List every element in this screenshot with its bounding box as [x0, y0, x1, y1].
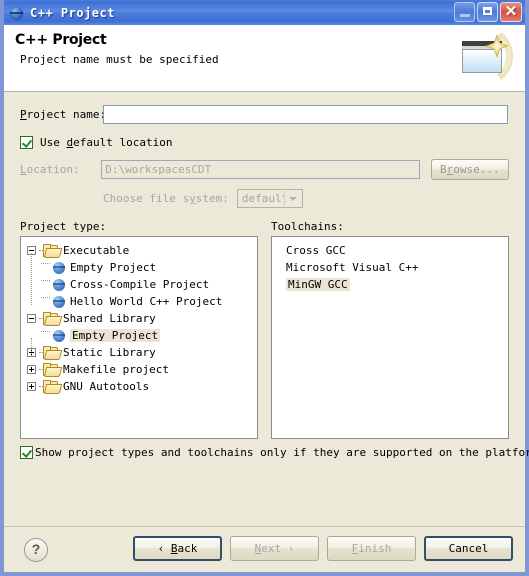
tree-connector — [41, 330, 50, 341]
tree-node-label: Empty Project — [70, 261, 157, 274]
wizard-header: C++ Project Project name must be specifi… — [4, 25, 525, 92]
use-default-location-row[interactable]: Use default location — [20, 136, 509, 149]
page-title: C++ Project — [15, 32, 107, 48]
folder-icon — [43, 244, 63, 258]
project-template-icon — [53, 278, 65, 291]
tree-expand-toggle-icon[interactable] — [27, 365, 36, 374]
tree-node-label: Cross-Compile Project — [70, 278, 210, 291]
folder-icon — [43, 363, 63, 377]
folder-icon — [43, 346, 63, 360]
selection-panels: Project type: Executable Empty Project Cro… — [20, 220, 509, 439]
use-default-location-checkbox[interactable] — [20, 136, 33, 149]
tree-leaf-node[interactable]: Empty Project — [27, 259, 257, 276]
minimize-button[interactable] — [454, 2, 475, 22]
browse-button[interactable]: Browse... — [430, 159, 510, 180]
show-supported-row[interactable]: Show project types and toolchains only i… — [20, 446, 529, 459]
tree-folder-node[interactable]: Static Library — [27, 344, 257, 361]
tree-node-label: Empty Project — [70, 329, 161, 342]
window-title: C++ Project — [30, 5, 115, 20]
toolchain-item-label: Microsoft Visual C++ — [286, 261, 419, 274]
tree-leaf-node[interactable]: Hello World C++ Project — [27, 293, 257, 310]
tree-guide-line — [31, 253, 32, 305]
finish-button: Finish — [327, 536, 416, 561]
show-supported-checkbox[interactable] — [20, 446, 33, 459]
next-button: Next › — [230, 536, 319, 561]
tree-node-label: Executable — [63, 244, 130, 257]
folder-icon — [43, 312, 63, 326]
tree-guide-line — [31, 338, 32, 356]
globe-icon — [9, 5, 25, 21]
toolchain-item[interactable]: Microsoft Visual C++ — [272, 259, 508, 276]
maximize-button[interactable] — [477, 2, 498, 22]
tree-leaf-node-selected[interactable]: Empty Project — [27, 327, 257, 344]
project-type-label: Project type: — [20, 220, 107, 233]
wizard-footer: ? ‹ Back Next › Finish Cancel — [4, 526, 525, 572]
file-system-select[interactable]: default — [236, 189, 303, 208]
tree-node-label: GNU Autotools — [63, 380, 150, 393]
tree-folder-node[interactable]: Makefile project — [27, 361, 257, 378]
folder-icon — [43, 380, 63, 394]
toolchains-list[interactable]: Cross GCC Microsoft Visual C++ MinGW GCC — [271, 236, 509, 439]
project-template-icon — [53, 295, 65, 308]
project-type-panel: Project type: Executable Empty Project Cro… — [20, 220, 258, 439]
toolchain-item-label: MinGW GCC — [286, 278, 350, 291]
chevron-down-icon[interactable] — [283, 191, 301, 206]
tree-connector — [41, 262, 50, 273]
file-system-row: Choose file system: default — [103, 189, 509, 208]
show-supported-label: Show project types and toolchains only i… — [35, 446, 529, 459]
project-name-label: Project name: — [20, 108, 107, 121]
location-input[interactable] — [101, 160, 420, 179]
tree-folder-node[interactable]: Shared Library — [27, 310, 257, 327]
close-button[interactable]: ✕ — [500, 2, 522, 22]
project-template-icon — [53, 329, 65, 342]
tree-expand-toggle-icon[interactable] — [27, 382, 36, 391]
tree-node-label: Shared Library — [63, 312, 156, 325]
cpp-project-wizard-dialog: C++ Project ✕ C++ Project Project name m… — [0, 0, 529, 576]
file-system-value: default — [241, 192, 289, 205]
project-name-input[interactable] — [103, 105, 508, 124]
project-type-tree[interactable]: Executable Empty Project Cross-Compile Pro… — [20, 236, 258, 439]
tree-connector — [41, 296, 50, 307]
window-controls: ✕ — [454, 2, 522, 22]
toolchains-panel: Toolchains: Cross GCC Microsoft Visual C+… — [271, 220, 509, 439]
tree-node-label: Hello World C++ Project — [70, 295, 223, 308]
tree-folder-node[interactable]: GNU Autotools — [27, 378, 257, 395]
tree-node-label: Makefile project — [63, 363, 169, 376]
project-name-row: Project name: — [20, 105, 509, 124]
back-button[interactable]: ‹ Back — [133, 536, 222, 561]
cancel-button[interactable]: Cancel — [424, 536, 513, 561]
use-default-location-label: Use default location — [40, 136, 173, 149]
wizard-body: Project name: Use default location Locat… — [4, 92, 529, 526]
tree-collapse-toggle-icon[interactable] — [27, 314, 36, 323]
toolchains-label: Toolchains: — [271, 220, 344, 233]
help-button[interactable]: ? — [24, 538, 48, 562]
toolchain-item-label: Cross GCC — [286, 244, 346, 257]
tree-connector — [41, 279, 50, 290]
title-bar[interactable]: C++ Project ✕ — [4, 0, 525, 25]
tree-folder-node[interactable]: Executable — [27, 242, 257, 259]
toolchain-item[interactable]: Cross GCC — [272, 242, 508, 259]
tree-leaf-node[interactable]: Cross-Compile Project — [27, 276, 257, 293]
page-description: Project name must be specified — [20, 53, 219, 66]
wizard-window-sparkle-icon — [462, 32, 514, 80]
location-label: Location: — [20, 163, 80, 176]
tree-node-label: Static Library — [63, 346, 156, 359]
project-template-icon — [53, 261, 65, 274]
wizard-button-row: ‹ Back Next › Finish Cancel — [133, 536, 513, 561]
choose-file-system-label: Choose file system: — [103, 192, 229, 205]
location-row: Location: Browse... — [20, 159, 510, 180]
toolchain-item-selected[interactable]: MinGW GCC — [272, 276, 508, 293]
